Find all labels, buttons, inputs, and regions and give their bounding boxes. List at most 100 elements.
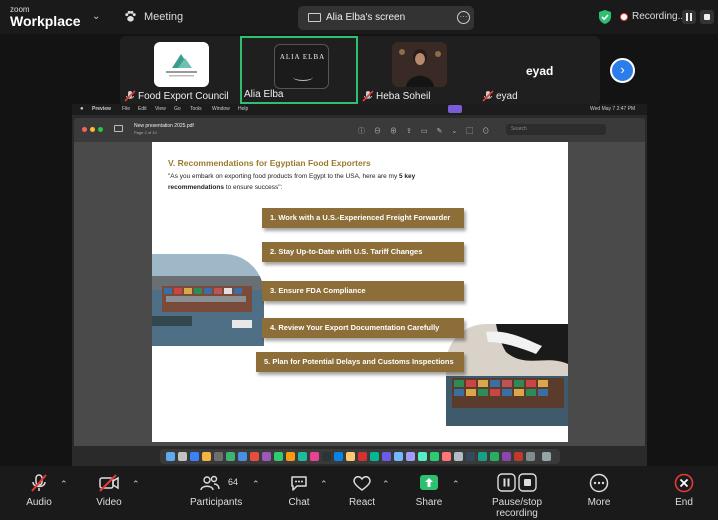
audio-label: Audio (26, 497, 52, 508)
recommendation-item: 1. Work with a U.S.-Experienced Freight … (262, 208, 464, 228)
recommendation-item: 5. Plan for Potential Delays and Customs… (256, 352, 464, 372)
dock-app-icon (382, 452, 391, 461)
dock-app-icon (526, 452, 535, 461)
slide-intro-bold: 5 key (399, 173, 416, 180)
zoom-window-icon (98, 127, 103, 132)
dock-app-icon (298, 452, 307, 461)
slide-intro-text: "As you embark on exporting food product… (168, 173, 400, 180)
signature-mark (293, 73, 313, 81)
dock-app-icon (286, 452, 295, 461)
more-button[interactable]: More (584, 473, 614, 508)
heart-icon (353, 476, 371, 491)
mic-muted-icon (362, 90, 374, 102)
ship-photo (446, 324, 568, 426)
share-button[interactable]: Share (414, 473, 444, 508)
brand-chevron-down-icon[interactable]: ⌄ (92, 11, 100, 22)
video-button[interactable]: Video (94, 473, 124, 508)
dock-app-icon (262, 452, 271, 461)
mac-status-icon (448, 105, 462, 113)
pdf-viewport: V. Recommendations for Egyptian Food Exp… (74, 142, 645, 446)
pause-recording-button[interactable] (682, 10, 696, 24)
preview-toolbar: New presentation 2025.pdf Page 2 of 10 ⓘ… (74, 118, 645, 142)
participant-tile-heba-soheil[interactable]: Heba Soheil (360, 36, 478, 104)
dock-app-icon (394, 452, 403, 461)
mac-menu-item: Window (212, 106, 230, 112)
stop-recording-button[interactable] (700, 10, 714, 24)
pause-stop-recording-button[interactable]: Pause/stop recording (470, 473, 564, 519)
participants-icon (200, 475, 220, 491)
mic-muted-icon (482, 90, 494, 102)
participant-name-row: Food Export Council (124, 90, 229, 102)
participant-tile-food-export-council[interactable]: Food Export Council (122, 36, 240, 104)
audio-options-chevron-icon[interactable]: ⌃ (60, 479, 68, 490)
dock-app-icon (274, 452, 283, 461)
dock-app-icon (238, 452, 247, 461)
gallery-next-button[interactable]: › (610, 58, 635, 83)
participant-name: Alia Elba (244, 89, 284, 100)
dock-app-icon (442, 452, 451, 461)
dock-app-icon (322, 452, 331, 461)
mac-menu-item: Preview (92, 106, 111, 112)
chat-options-chevron-icon[interactable]: ⌃ (320, 479, 328, 490)
sidebar-toggle-icon (114, 125, 123, 132)
participant-count: 64 (228, 477, 239, 487)
shield-check-icon[interactable] (598, 9, 612, 25)
participant-video (392, 42, 447, 87)
dock-app-icon (202, 452, 211, 461)
pause-stop-label: Pause/stop recording (491, 497, 543, 519)
participant-name: eyad (496, 90, 518, 102)
meeting-info-button[interactable]: Meeting (124, 10, 183, 23)
slide-page: V. Recommendations for Egyptian Food Exp… (152, 142, 568, 442)
share-options-chevron-icon[interactable]: ⌃ (452, 479, 460, 490)
mac-menu-item: File (122, 106, 131, 112)
meeting-label: Meeting (144, 10, 184, 23)
slide-intro-text: to ensure success": (224, 184, 283, 191)
logo-text: ALIA ELBA (279, 53, 326, 61)
more-options-icon[interactable]: ··· (457, 11, 470, 24)
video-off-icon (99, 474, 119, 492)
recommendation-item: 2. Stay Up-to-Date with U.S. Tariff Chan… (262, 242, 464, 262)
dock-app-icon (418, 452, 427, 461)
end-meeting-button[interactable]: End (670, 473, 698, 508)
end-label: End (675, 497, 693, 508)
recording-label: Recording... (632, 11, 686, 22)
dock-app-icon (250, 452, 259, 461)
dock-app-icon (334, 452, 343, 461)
apple-icon: ● (80, 106, 84, 112)
dock-app-icon (430, 452, 439, 461)
slide-title: V. Recommendations for Egyptian Food Exp… (168, 158, 371, 168)
dock-app-icon (406, 452, 415, 461)
react-label: React (348, 497, 376, 508)
dock-app-icon (226, 452, 235, 461)
chat-button[interactable]: Chat (284, 473, 314, 508)
audio-button[interactable]: Audio (24, 473, 54, 508)
participant-tile-alia-elba[interactable]: ALIA ELBA Alia Elba (240, 36, 358, 104)
dock-app-icon (514, 452, 523, 461)
participants-options-chevron-icon[interactable]: ⌃ (252, 479, 260, 490)
dock-app-icon (178, 452, 187, 461)
video-options-chevron-icon[interactable]: ⌃ (132, 479, 140, 490)
top-bar: zoom Workplace ⌄ Meeting Alia Elba's scr… (0, 0, 718, 34)
mac-dock (160, 449, 560, 464)
screen-share-pill[interactable]: Alia Elba's screen ··· (298, 6, 474, 30)
pause-stop-icon (497, 473, 537, 492)
participant-logo (154, 42, 209, 87)
share-screen-icon (420, 475, 438, 490)
preview-tool-icons: ⓘ⊖⊕⇪▭✎⌄▢⊙ (358, 128, 499, 135)
mic-muted-icon (124, 90, 136, 102)
monitor-icon (308, 13, 321, 22)
end-call-icon (674, 473, 694, 493)
mac-menu-bar: ● Preview File Edit View Go Tools Window… (72, 104, 647, 115)
dock-app-icon (478, 452, 487, 461)
slide-intro-bold: recommendations (168, 184, 224, 191)
mac-menu-item: Go (174, 106, 181, 112)
video-label: Video (96, 497, 122, 508)
react-button[interactable]: React (346, 473, 378, 508)
recording-dot-icon (620, 12, 628, 21)
recommendation-item: 3. Ensure FDA Compliance (262, 281, 464, 301)
paw-icon (125, 10, 136, 22)
dock-app-icon (502, 452, 511, 461)
react-options-chevron-icon[interactable]: ⌃ (382, 479, 390, 490)
mac-menu-item: Help (238, 106, 249, 112)
close-window-icon (82, 127, 87, 132)
